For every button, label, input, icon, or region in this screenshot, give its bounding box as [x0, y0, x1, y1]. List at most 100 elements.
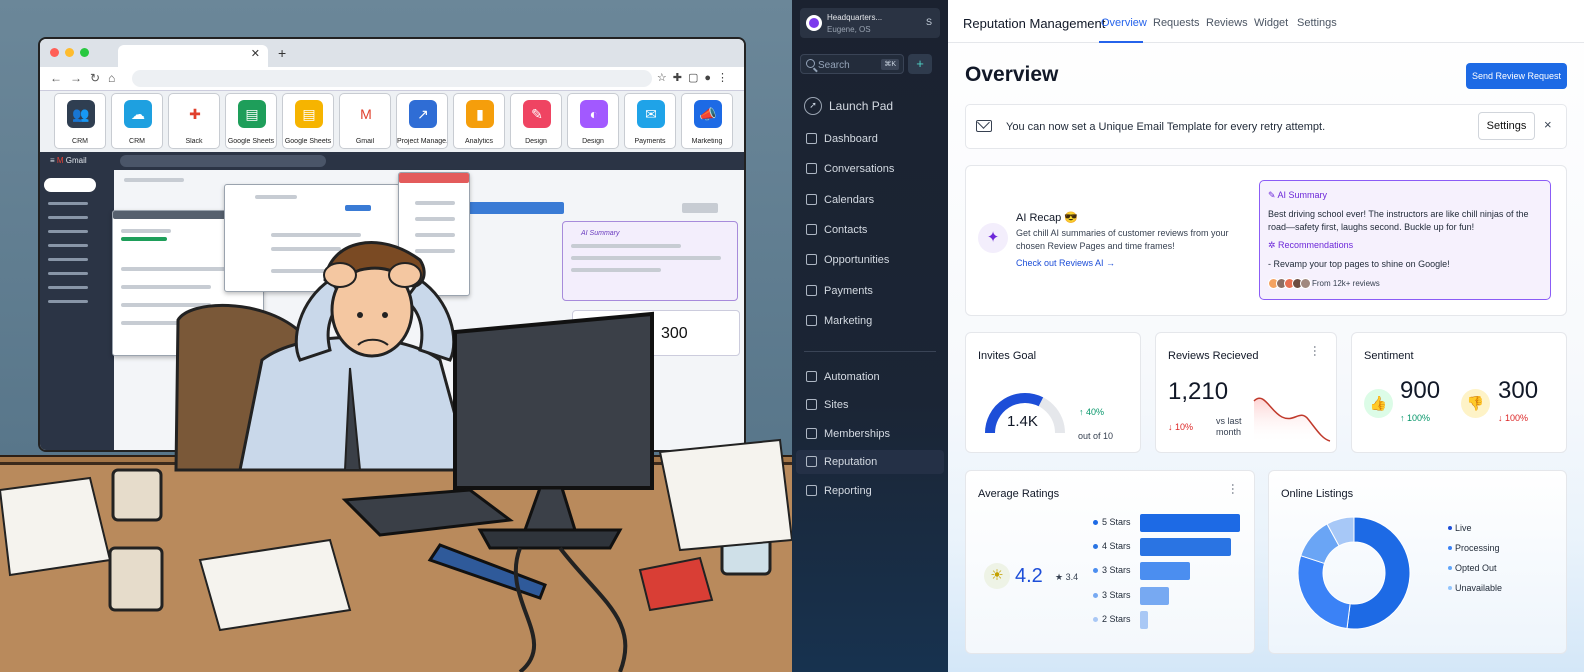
sidebar-item-label: Launch Pad — [829, 99, 894, 113]
active-tab-indicator — [1099, 41, 1143, 43]
legend-dot — [1448, 526, 1452, 530]
papers-on-desk — [198, 538, 352, 632]
keyboard — [341, 488, 514, 537]
reviews-sparkline — [1253, 397, 1331, 443]
ai-summary-text: Best driving school ever! The instructor… — [1268, 209, 1529, 232]
positive-value: 900 — [1400, 377, 1441, 404]
sidebar: Headquarters... Eugene, OS S Search ⌘K +… — [792, 0, 948, 672]
rating-bar — [1140, 610, 1148, 629]
sidebar-item-label: Opportunities — [824, 254, 890, 267]
invites-trend: ↑ 40% — [1079, 407, 1105, 417]
sparkle-icon: ✦ — [978, 223, 1008, 253]
sidebar-item-label: Payments — [824, 284, 873, 297]
close-icon[interactable]: × — [1544, 117, 1552, 132]
workspace-name: Headquarters... — [827, 13, 883, 22]
rating-bar — [1140, 586, 1169, 605]
sidebar-item-payments[interactable]: Payments — [796, 279, 944, 303]
donut-slice-live — [1346, 516, 1411, 630]
tab-reviews[interactable]: Reviews — [1206, 17, 1248, 29]
ai-summary-heading: ✎ AI Summary — [1268, 190, 1328, 200]
marketing-icon — [806, 314, 817, 326]
sentiment-card: Sentiment 👍 900 ↑ 100% 👎 300 ↓ 100% — [1351, 332, 1567, 453]
rating-row: 2 Stars — [1093, 610, 1253, 629]
stapler — [427, 543, 547, 600]
sidebar-item-label: Dashboard — [824, 133, 878, 145]
tab-settings[interactable]: Settings — [1297, 17, 1337, 29]
workspace-toggle[interactable]: S — [926, 17, 932, 27]
reviews-received-card: Reviews Recieved ⋯ 1,210 ↓ 10% vs last m… — [1155, 332, 1337, 453]
quick-add-button[interactable]: + — [908, 54, 932, 74]
send-review-request-button[interactable]: Send Review Request — [1466, 63, 1567, 89]
sidebar-item-memberships[interactable]: Memberships — [796, 422, 944, 446]
sidebar-item-marketing[interactable]: Marketing — [796, 309, 944, 333]
sidebar-item-reporting[interactable]: Reporting — [796, 479, 944, 503]
sparkle-small-icon: ✎ — [1268, 190, 1278, 200]
paper-stack — [0, 476, 112, 577]
reviews-trend: ↓ 10% — [1168, 422, 1194, 432]
sidebar-item-contacts[interactable]: Contacts — [796, 218, 944, 242]
legend-item: Opted Out — [1448, 563, 1497, 573]
more-options-icon[interactable]: ⋯ — [1308, 345, 1322, 355]
sunglasses-emoji-icon: 😎 — [1064, 212, 1079, 224]
rating-bar — [1140, 562, 1190, 581]
card-title: Reviews Recieved — [1168, 350, 1259, 362]
sidebar-item-automation[interactable]: Automation — [796, 365, 944, 389]
top-navigation: Reputation Management Overview Requests … — [948, 0, 1584, 43]
main-content: Reputation Management Overview Requests … — [948, 0, 1584, 672]
workspace-avatar — [806, 15, 822, 31]
tab-requests[interactable]: Requests — [1153, 17, 1199, 29]
sidebar-item-dashboard[interactable]: Dashboard — [796, 127, 944, 151]
sparkline-area — [1254, 398, 1330, 443]
banner-settings-button[interactable]: Settings — [1478, 112, 1535, 140]
legend-dot — [1448, 546, 1452, 550]
workspace-switcher[interactable]: Headquarters... Eugene, OS S — [800, 8, 940, 38]
ai-summary-panel: ✎ AI Summary Best driving school ever! T… — [1259, 180, 1551, 300]
sidebar-item-opportunities[interactable]: Opportunities — [796, 248, 944, 272]
legend-item: Unavailable — [1448, 583, 1503, 593]
sidebar-item-launch-pad[interactable]: ➚ Launch Pad — [796, 94, 944, 118]
reviewer-avatar — [1300, 278, 1311, 289]
rating-bar — [1140, 538, 1231, 557]
positive-trend: ↑ 100% — [1400, 413, 1431, 423]
rating-bar — [1140, 514, 1240, 532]
rating-row: 3 Stars — [1093, 562, 1253, 581]
sites-icon — [806, 399, 817, 411]
sidebar-search-input[interactable]: Search ⌘K — [800, 54, 904, 74]
sidebar-item-calendars[interactable]: Calendars — [796, 188, 944, 212]
app-title: Reputation Management — [963, 16, 1106, 31]
illustration-panel: ✕ + ←→↻⌂ ☆✚▢●⋮ 👥 CRM ☁ CRM ✚ Slack ▤ Google She… — [0, 0, 792, 672]
reporting-icon — [806, 484, 817, 496]
sparkle-small-icon: ✲ — [1268, 240, 1279, 250]
chat-icon — [806, 163, 817, 175]
rating-bullet — [1093, 616, 1098, 622]
sidebar-item-conversations[interactable]: Conversations — [796, 157, 944, 181]
monitor — [453, 311, 654, 490]
reviews-compare-2: month — [1216, 427, 1242, 437]
legend-label: Unavailable — [1455, 583, 1503, 593]
more-options-icon[interactable]: ⋯ — [1226, 483, 1240, 493]
mail-icon — [976, 120, 992, 132]
ai-recap-card: ✦ AI Recap 😎 Get chill AI summaries of c… — [965, 165, 1567, 316]
rating-row: 4 Stars — [1093, 538, 1253, 557]
recap-description: Get chill AI summaries of customer revie… — [1016, 228, 1229, 251]
sidebar-item-label: Sites — [824, 399, 849, 412]
snack-bag — [638, 556, 714, 612]
rocket-icon: ➚ — [804, 97, 822, 115]
legend-label: Opted Out — [1455, 563, 1497, 573]
listings-donut-chart — [1297, 516, 1411, 630]
sidebar-item-reputation[interactable]: Reputation — [796, 450, 944, 475]
thumbs-down-icon: 👎 — [1461, 389, 1490, 418]
recap-title: AI Recap 😎 — [1016, 212, 1079, 224]
invites-value: 1.4K — [1007, 413, 1038, 430]
sidebar-item-sites[interactable]: Sites — [796, 393, 944, 417]
rating-label: 2 Stars — [1102, 613, 1131, 624]
card-title: Sentiment — [1364, 350, 1414, 362]
reviews-ai-link[interactable]: Check out Reviews AI → — [1016, 258, 1115, 268]
negative-value: 300 — [1498, 377, 1539, 404]
rating-label: 4 Stars — [1102, 541, 1131, 552]
search-icon — [806, 59, 815, 68]
tab-widget[interactable]: Widget — [1254, 17, 1288, 29]
stressed-worker-illustration — [0, 241, 792, 672]
tab-overview[interactable]: Overview — [1101, 17, 1147, 29]
search-shortcut-badge: ⌘K — [881, 59, 899, 70]
